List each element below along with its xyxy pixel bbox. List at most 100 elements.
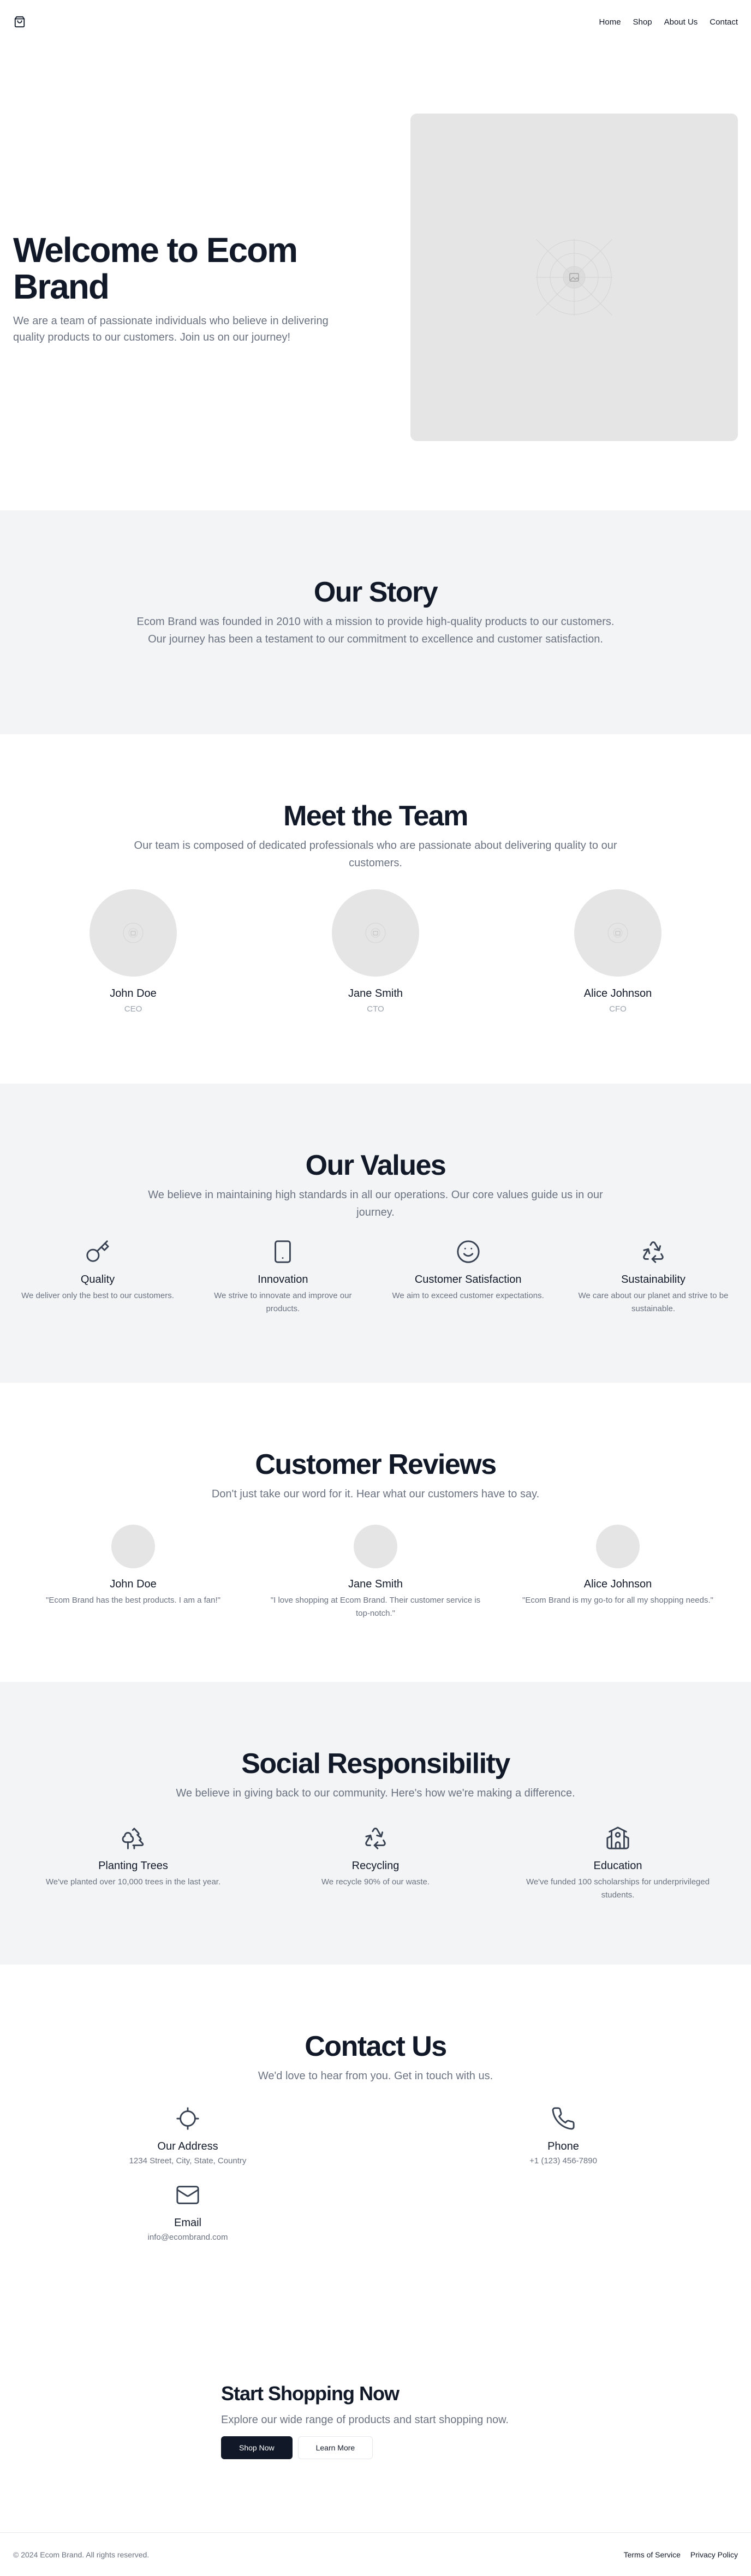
avatar (111, 1525, 155, 1568)
image-placeholder-icon (607, 923, 628, 943)
terms-link[interactable]: Terms of Service (624, 2550, 681, 2559)
member-role: CEO (124, 1004, 142, 1014)
value-desc: We deliver only the best to our customer… (21, 1291, 174, 1300)
story-section: Our Story Ecom Brand was founded in 2010… (0, 510, 751, 734)
mail-icon (174, 2181, 202, 2209)
value-item: Innovation We strive to innovate and imp… (198, 1238, 367, 1316)
nav-about-us[interactable]: About Us (664, 17, 698, 27)
team-grid: John Doe CEO Jane Smith CTO Alice Johnso… (0, 889, 751, 1014)
smartphone-icon (269, 1238, 297, 1266)
cta-content: Start Shopping Now Explore our wide rang… (221, 2382, 549, 2459)
contact-email: Email info@ecombrand.com (0, 2181, 376, 2242)
team-member: Alice Johnson CFO (498, 889, 738, 1014)
contact-section: Contact Us We'd love to hear from you. G… (0, 1965, 751, 2292)
value-title: Sustainability (621, 1274, 686, 1286)
reviewer-name: Jane Smith (348, 1578, 403, 1590)
avatar (574, 889, 661, 977)
reviews-section: Customer Reviews Don't just take our wor… (0, 1383, 751, 1682)
team-member: Jane Smith CTO (255, 889, 496, 1014)
smile-icon (454, 1238, 482, 1266)
contact-item-value: 1234 Street, City, State, Country (129, 2156, 247, 2165)
shop-now-button[interactable]: Shop Now (221, 2436, 293, 2459)
key-icon (84, 1238, 112, 1266)
hero-subtitle: We are a team of passionate individuals … (13, 315, 329, 344)
values-subtitle: We believe in maintaining high standards… (148, 1189, 603, 1218)
image-placeholder-icon (365, 923, 386, 943)
social-item: Education We've funded 100 scholarships … (498, 1824, 738, 1902)
social-item-title: Recycling (351, 1860, 400, 1872)
social-subtitle: We believe in giving back to our communi… (176, 1787, 575, 1799)
reviewer-name: Alice Johnson (583, 1578, 652, 1590)
social-section: Social Responsibility We believe in givi… (0, 1682, 751, 1965)
contact-address: Our Address 1234 Street, City, State, Co… (0, 2104, 376, 2165)
team-title: Meet the Team (283, 800, 468, 832)
member-role: CTO (367, 1004, 384, 1014)
hero-title: Welcome to Ecom Brand (13, 230, 298, 307)
review-item: Jane Smith "I love shopping at Ecom Bran… (255, 1525, 496, 1620)
review-text: "I love shopping at Ecom Brand. Their cu… (270, 1596, 481, 1618)
hero-section: Welcome to Ecom Brand We are a team of p… (0, 44, 751, 510)
social-item: Recycling We recycle 90% of our waste. (255, 1824, 496, 1902)
image-placeholder-icon (536, 239, 612, 316)
team-member: John Doe CEO (13, 889, 253, 1014)
value-desc: We strive to innovate and improve our pr… (214, 1291, 352, 1313)
contact-item-title: Phone (547, 2140, 579, 2152)
contact-item-value: +1 (123) 456-7890 (529, 2156, 597, 2165)
social-item-desc: We've planted over 10,000 trees in the l… (45, 1877, 221, 1887)
avatar (354, 1525, 397, 1568)
value-item: Customer Satisfaction We aim to exceed c… (384, 1238, 553, 1316)
value-title: Innovation (258, 1274, 308, 1286)
nav-home[interactable]: Home (599, 17, 621, 27)
contact-item-value[interactable]: info@ecombrand.com (0, 2233, 376, 2242)
privacy-link[interactable]: Privacy Policy (690, 2550, 738, 2559)
review-item: John Doe "Ecom Brand has the best produc… (13, 1525, 253, 1620)
value-desc: We care about our planet and strive to b… (578, 1291, 729, 1313)
social-item: Planting Trees We've planted over 10,000… (13, 1824, 253, 1902)
hero-text: Welcome to Ecom Brand We are a team of p… (13, 230, 384, 346)
contact-item-title: Our Address (157, 2140, 218, 2152)
member-name: John Doe (110, 987, 157, 1000)
reviews-title: Customer Reviews (255, 1449, 497, 1480)
avatar (596, 1525, 640, 1568)
reviews-grid: John Doe "Ecom Brand has the best produc… (0, 1525, 751, 1620)
avatar (332, 889, 419, 977)
social-item-desc: We recycle 90% of our waste. (321, 1877, 430, 1887)
value-title: Quality (80, 1274, 115, 1286)
shopping-bag-icon[interactable] (13, 15, 26, 28)
review-item: Alice Johnson "Ecom Brand is my go-to fo… (498, 1525, 738, 1620)
footer-links: Terms of Service Privacy Policy (624, 2550, 738, 2559)
contact-title: Contact Us (305, 2031, 447, 2062)
cta-title: Start Shopping Now (221, 2382, 400, 2405)
team-subtitle: Our team is composed of dedicated profes… (134, 840, 617, 869)
image-placeholder-icon (123, 923, 144, 943)
value-desc: We aim to exceed customer expectations. (392, 1291, 544, 1300)
main-nav: Home Shop About Us Contact (599, 17, 738, 27)
values-title: Our Values (305, 1150, 446, 1181)
trees-icon (119, 1824, 147, 1852)
nav-contact[interactable]: Contact (710, 17, 738, 27)
contact-phone: Phone +1 (123) 456-7890 (376, 2104, 751, 2165)
cta-subtitle: Explore our wide range of products and s… (221, 2414, 509, 2426)
review-text: "Ecom Brand has the best products. I am … (46, 1596, 220, 1605)
site-header: Home Shop About Us Contact (0, 0, 751, 44)
story-title: Our Story (313, 576, 438, 608)
social-title: Social Responsibility (241, 1748, 510, 1780)
recycle-icon (361, 1824, 390, 1852)
story-text: Ecom Brand was founded in 2010 with a mi… (136, 616, 615, 645)
review-text: "Ecom Brand is my go-to for all my shopp… (522, 1596, 713, 1605)
value-item: Sustainability We care about our planet … (569, 1238, 738, 1316)
avatar (90, 889, 177, 977)
locate-icon (174, 2104, 202, 2133)
reviews-subtitle: Don't just take our word for it. Hear wh… (211, 1488, 540, 1500)
values-grid: Quality We deliver only the best to our … (0, 1238, 751, 1316)
site-footer: © 2024 Ecom Brand. All rights reserved. … (0, 2532, 751, 2576)
learn-more-button[interactable]: Learn More (297, 2436, 373, 2459)
social-item-desc: We've funded 100 scholarships for underp… (526, 1877, 710, 1900)
contact-grid: Our Address 1234 Street, City, State, Co… (0, 2104, 751, 2242)
member-name: Jane Smith (348, 987, 403, 1000)
hero-image (410, 114, 738, 441)
member-role: CFO (609, 1004, 627, 1014)
nav-shop[interactable]: Shop (633, 17, 652, 27)
cta-buttons: Shop Now Learn More (221, 2436, 549, 2459)
contact-subtitle: We'd love to hear from you. Get in touch… (258, 2070, 493, 2082)
